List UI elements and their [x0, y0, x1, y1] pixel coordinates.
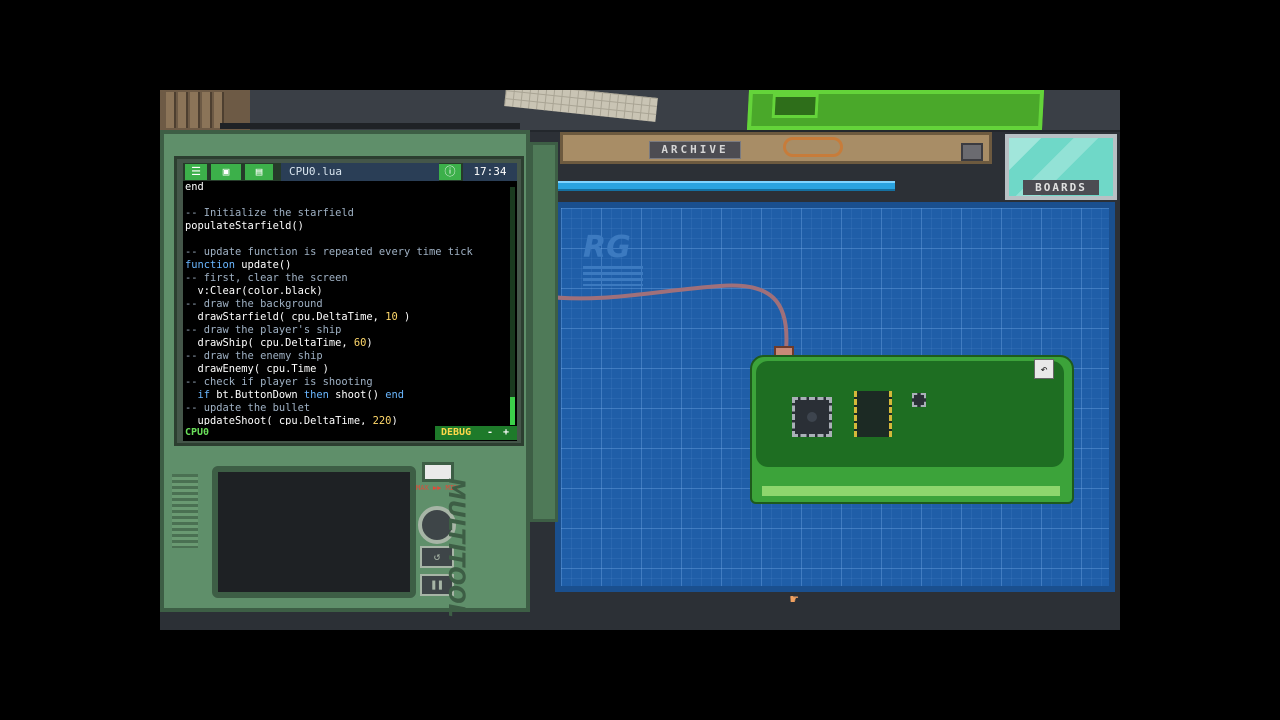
code-token: end: [385, 389, 404, 401]
speaker-grille: [172, 474, 198, 548]
editor-statusbar: CPU0 DEBUG - +: [183, 425, 517, 441]
code-line[interactable]: end: [185, 181, 505, 194]
code-token: updateShoot( cpu.DeltaTime,: [185, 415, 373, 425]
code-area[interactable]: end -- Initialize the starfield populateS…: [185, 181, 505, 425]
code-token: drawStarfield( cpu.DeltaTime,: [185, 311, 386, 323]
debug-minus-button[interactable]: -: [487, 426, 493, 440]
code-editor-screen[interactable]: ☰ ▣ ▤ CPU0.lua ⓘ 17:34 end -- Initialize…: [183, 163, 517, 441]
code-line[interactable]: drawEnemy( cpu.Time ): [185, 363, 505, 376]
debug-plus-button[interactable]: +: [503, 426, 509, 440]
code-token: -- check if player is shooting: [185, 376, 373, 388]
editor-tabbar: ☰ ▣ ▤ CPU0.lua ⓘ 17:34: [183, 163, 517, 181]
hand-cursor-icon: ☛: [790, 592, 799, 608]
code-token: then: [303, 389, 329, 401]
clock: 17:34: [463, 163, 517, 181]
file-icon[interactable]: ▤: [245, 164, 273, 180]
tab-cpu0-file[interactable]: CPU0.lua: [281, 163, 439, 181]
game-viewport: ARCHIVE BOARDS RG ↶ ☰ ▣ ▤ CPU0.lua ⓘ 17:…: [160, 90, 1120, 630]
code-token: ): [391, 415, 398, 425]
device-side-rail: [530, 142, 558, 522]
pipe-top: [555, 181, 895, 191]
code-line[interactable]: drawShip( cpu.DeltaTime, 60): [185, 337, 505, 350]
archive-label: ARCHIVE: [649, 141, 741, 159]
code-token: shoot(): [328, 389, 386, 401]
scrollbar-thumb[interactable]: [510, 397, 515, 427]
code-token: 10: [385, 311, 398, 323]
small-chip[interactable]: [912, 393, 926, 407]
scrollbar[interactable]: [510, 187, 515, 427]
code-token: drawShip( cpu.DeltaTime,: [185, 337, 354, 349]
code-token: -- Initialize the starfield: [185, 207, 354, 219]
code-line[interactable]: -- Initialize the starfield: [185, 207, 505, 220]
code-line[interactable]: drawStarfield( cpu.DeltaTime, 10 ): [185, 311, 505, 324]
code-token: -- update function is repeated every tim…: [185, 246, 473, 258]
code-token: -- draw the player's ship: [185, 324, 342, 336]
code-line[interactable]: -- update function is repeated every tim…: [185, 246, 505, 259]
archive-button[interactable]: [961, 143, 983, 161]
code-line[interactable]: function update(): [185, 259, 505, 272]
code-token: -- draw the enemy ship: [185, 350, 323, 362]
code-line[interactable]: if bt.ButtonDown then shoot() end: [185, 389, 505, 402]
code-token: update(): [235, 259, 292, 271]
code-token: -- draw the background: [185, 298, 323, 310]
boards-label: BOARDS: [1023, 180, 1099, 195]
code-line[interactable]: populateStarfield(): [185, 220, 505, 233]
screen-frame: ☰ ▣ ▤ CPU0.lua ⓘ 17:34 end -- Initialize…: [174, 156, 524, 446]
debug-button[interactable]: DEBUG - +: [435, 426, 517, 440]
code-line[interactable]: updateShoot( cpu.DeltaTime, 220): [185, 415, 505, 425]
code-line[interactable]: v:Clear(color.black): [185, 285, 505, 298]
menu-icon[interactable]: ☰: [185, 164, 207, 180]
cable: [541, 283, 789, 351]
shelf-rail: [220, 123, 520, 129]
boards-container[interactable]: BOARDS: [1005, 134, 1117, 200]
multitool-logo: MULTITOOL: [443, 478, 468, 618]
rg-logo: RG: [583, 230, 631, 265]
stored-board[interactable]: [746, 90, 1045, 130]
circuit-board[interactable]: ↶: [750, 355, 1074, 504]
secondary-screen: [212, 466, 416, 598]
code-token: -- first, clear the screen: [185, 272, 348, 284]
cpu-label: CPU0: [185, 427, 210, 438]
code-line[interactable]: [185, 194, 505, 207]
cpu-chip[interactable]: [792, 397, 832, 437]
code-line[interactable]: -- first, clear the screen: [185, 272, 505, 285]
code-token: 60: [353, 337, 367, 349]
coil-cable-icon: [783, 137, 843, 157]
code-token: drawEnemy( cpu.Time ): [185, 363, 329, 375]
code-line[interactable]: -- draw the player's ship: [185, 324, 505, 337]
code-line[interactable]: -- draw the background: [185, 298, 505, 311]
code-line[interactable]: [185, 233, 505, 246]
code-token: function: [185, 259, 236, 271]
code-token: if: [197, 389, 211, 401]
code-token: -- update the bullet: [185, 402, 311, 414]
memory-chip[interactable]: [854, 391, 892, 437]
code-token: ): [397, 311, 411, 323]
code-token: v:Clear(color.black): [185, 285, 323, 297]
code-line[interactable]: -- update the bullet: [185, 402, 505, 415]
undo-icon[interactable]: ↶: [1034, 359, 1054, 379]
archive-shelf[interactable]: ARCHIVE: [560, 132, 992, 164]
debug-label: DEBUG: [441, 427, 472, 438]
code-token: 220: [372, 415, 392, 425]
code-token: ): [366, 337, 373, 349]
robot-icon[interactable]: ▣: [211, 164, 241, 180]
code-line[interactable]: -- check if player is shooting: [185, 376, 505, 389]
multitool-device: ☰ ▣ ▤ CPU0.lua ⓘ 17:34 end -- Initialize…: [160, 130, 530, 618]
code-token: populateStarfield(): [185, 220, 304, 232]
board-surface: [756, 361, 1064, 467]
code-line[interactable]: -- draw the enemy ship: [185, 350, 505, 363]
code-token: bt.ButtonDown: [210, 389, 304, 401]
code-token: end: [185, 181, 204, 193]
info-icon[interactable]: ⓘ: [439, 164, 461, 180]
board-edge-strip: [762, 486, 1060, 496]
